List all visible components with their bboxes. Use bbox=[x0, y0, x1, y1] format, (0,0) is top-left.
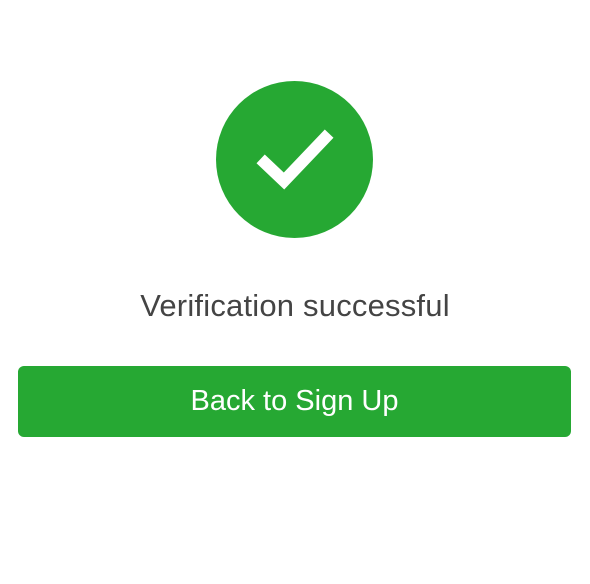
checkmark-circle-icon bbox=[216, 81, 373, 238]
verification-success-screen: Verification successful Back to Sign Up bbox=[0, 0, 590, 584]
verification-message: Verification successful bbox=[140, 288, 450, 323]
back-to-sign-up-button[interactable]: Back to Sign Up bbox=[18, 366, 571, 437]
